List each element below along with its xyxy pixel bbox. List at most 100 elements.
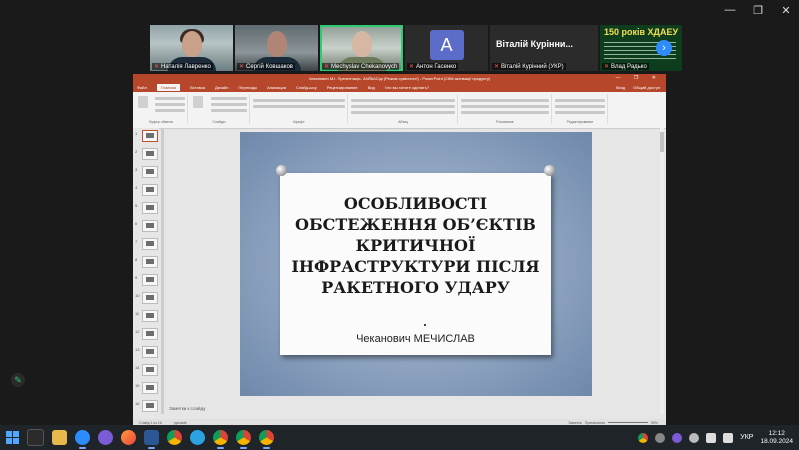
slide-thumbnail[interactable]: 3: [133, 164, 159, 182]
paste-icon[interactable]: [138, 96, 148, 108]
ribbon-tabs: Файл Главная Вставка Дизайн Переходы Ани…: [133, 83, 666, 92]
cut-button[interactable]: [155, 97, 185, 100]
chrome-icon[interactable]: [167, 430, 182, 445]
word-icon[interactable]: [144, 430, 159, 449]
ppt-window-buttons[interactable]: — ❐ ✕: [616, 74, 662, 83]
participant-face: [181, 31, 202, 57]
arrange-button[interactable]: [461, 105, 549, 108]
scrollbar-thumb[interactable]: [660, 132, 664, 152]
participant-tile[interactable]: A ✕ Антон Гасенко: [405, 25, 488, 71]
slide-thumbnail[interactable]: 6: [133, 218, 159, 236]
slide-thumbnail[interactable]: 14: [133, 362, 159, 380]
participant-tile-active-speaker[interactable]: ✕ Mechyslav Chekanovych: [320, 25, 403, 71]
chrome-icon[interactable]: [213, 430, 228, 449]
telegram-icon[interactable]: [190, 430, 205, 445]
app-icon-generic[interactable]: [27, 429, 44, 446]
shape-effects-button[interactable]: [461, 111, 549, 114]
slide-thumbnail[interactable]: 5: [133, 200, 159, 218]
font-style-buttons[interactable]: [253, 105, 345, 108]
viber-icon[interactable]: [98, 430, 113, 445]
restore-button[interactable]: ❐: [751, 4, 765, 17]
tray-icon[interactable]: [655, 432, 666, 443]
slide-thumbnail[interactable]: 7: [133, 236, 159, 254]
slide-thumbnail[interactable]: 2: [133, 146, 159, 164]
slide-thumbnail[interactable]: 12: [133, 326, 159, 344]
slide-thumbnail[interactable]: 4: [133, 182, 159, 200]
slide-scrollbar[interactable]: [660, 128, 664, 414]
zoom-slider[interactable]: [607, 422, 648, 423]
slide-title[interactable]: ОСОБЛИВОСТІ ОБСТЕЖЕННЯ ОБ’ЄКТІВ КРИТИЧНО…: [290, 193, 541, 298]
zoom-level[interactable]: 59%: [651, 421, 658, 425]
tab-review[interactable]: Рецензирование: [327, 85, 358, 90]
slide-counter: Слайд 1 из 16: [139, 420, 162, 425]
tab-transitions[interactable]: Переходы: [238, 85, 257, 90]
input-language[interactable]: УКР: [740, 434, 753, 441]
zoom-app-icon[interactable]: [75, 430, 90, 449]
clock[interactable]: 12:12 18.09.2024: [760, 430, 793, 446]
find-button[interactable]: [555, 99, 605, 102]
section-button[interactable]: [211, 109, 247, 112]
start-windows-icon[interactable]: [6, 431, 19, 444]
close-button[interactable]: ✕: [779, 4, 793, 17]
new-slide-icon[interactable]: [193, 96, 203, 108]
slide-thumbnail[interactable]: 9: [133, 272, 159, 290]
tab-insert[interactable]: Вставка: [190, 85, 205, 90]
align-buttons[interactable]: [351, 105, 455, 108]
replace-button[interactable]: [555, 105, 605, 108]
list-buttons[interactable]: [351, 99, 455, 102]
slide-subtitle[interactable]: Чеканович МЕЧИСЛАВ: [280, 333, 551, 345]
reset-button[interactable]: [211, 103, 247, 106]
ppt-title-bar: Чекановин М.І. Презентація- ЗАЙКАСіді (Р…: [133, 74, 666, 83]
tab-view[interactable]: Вид: [368, 85, 375, 90]
slide-number: 5: [135, 203, 138, 208]
select-button[interactable]: [555, 111, 605, 114]
thumbnails-scrollbar[interactable]: [161, 128, 164, 414]
notes-pane[interactable]: Заметки к слайду: [169, 406, 205, 411]
slide-thumbnail[interactable]: 1: [133, 128, 159, 146]
shapes-gallery[interactable]: [461, 99, 549, 102]
slide-thumbnail[interactable]: 16: [133, 398, 159, 416]
firefox-icon[interactable]: [121, 430, 136, 445]
thumbnail-image: [142, 382, 158, 394]
layout-button[interactable]: [211, 97, 247, 100]
avatar: A: [429, 30, 464, 60]
convert-to-smartart-button[interactable]: [351, 111, 455, 114]
minimize-button[interactable]: —: [723, 4, 737, 17]
file-explorer-icon[interactable]: [52, 430, 67, 445]
slide-thumbnail[interactable]: 11: [133, 308, 159, 326]
format-painter-button[interactable]: [155, 109, 185, 112]
copy-button[interactable]: [155, 103, 185, 106]
slide-thumbnail[interactable]: 10: [133, 290, 159, 308]
tell-me-search[interactable]: Что вы хотите сделать?: [385, 85, 429, 90]
tab-design[interactable]: Дизайн: [215, 85, 228, 90]
slide-thumbnail[interactable]: 15: [133, 380, 159, 398]
participant-tile[interactable]: ✕ Наталія Лавренко: [150, 25, 233, 71]
ribbon-group-label: Буфер обмена: [149, 120, 173, 124]
annotate-pencil-icon[interactable]: ✎: [11, 373, 25, 387]
tray-icon[interactable]: [689, 432, 700, 443]
participant-tile[interactable]: ✕ Сергій Ковшаков: [235, 25, 318, 71]
tab-slideshow[interactable]: Слайд-шоу: [296, 85, 317, 90]
thumbnail-image: [142, 184, 158, 196]
tray-viber-icon[interactable]: [672, 432, 683, 443]
tab-file[interactable]: Файл: [137, 85, 147, 90]
sign-in-link[interactable]: Вход: [616, 85, 625, 90]
slide-number: 10: [135, 293, 140, 298]
tab-home[interactable]: Главная: [156, 84, 181, 91]
slide-thumbnail[interactable]: 13: [133, 344, 159, 362]
slide-number: 15: [135, 383, 140, 388]
chrome-icon[interactable]: [236, 430, 251, 449]
chrome-icon[interactable]: [259, 430, 274, 449]
comments-toggle[interactable]: Примечания: [585, 421, 605, 425]
notes-toggle[interactable]: Заметки: [568, 421, 581, 425]
tab-animations[interactable]: Анимация: [267, 85, 286, 90]
tray-chrome-icon[interactable]: [638, 432, 649, 443]
slide-canvas[interactable]: ОСОБЛИВОСТІ ОБСТЕЖЕННЯ ОБ’ЄКТІВ КРИТИЧНО…: [240, 132, 592, 396]
participant-tile[interactable]: Віталій Курінни... ✕ Віталій Курінний (УК…: [490, 25, 598, 71]
next-page-button[interactable]: ›: [656, 40, 672, 56]
network-icon[interactable]: [706, 432, 717, 443]
slide-thumbnail[interactable]: 8: [133, 254, 159, 272]
volume-icon[interactable]: [723, 432, 734, 443]
share-button[interactable]: Общий доступ: [633, 85, 660, 90]
font-selector[interactable]: [253, 99, 345, 102]
